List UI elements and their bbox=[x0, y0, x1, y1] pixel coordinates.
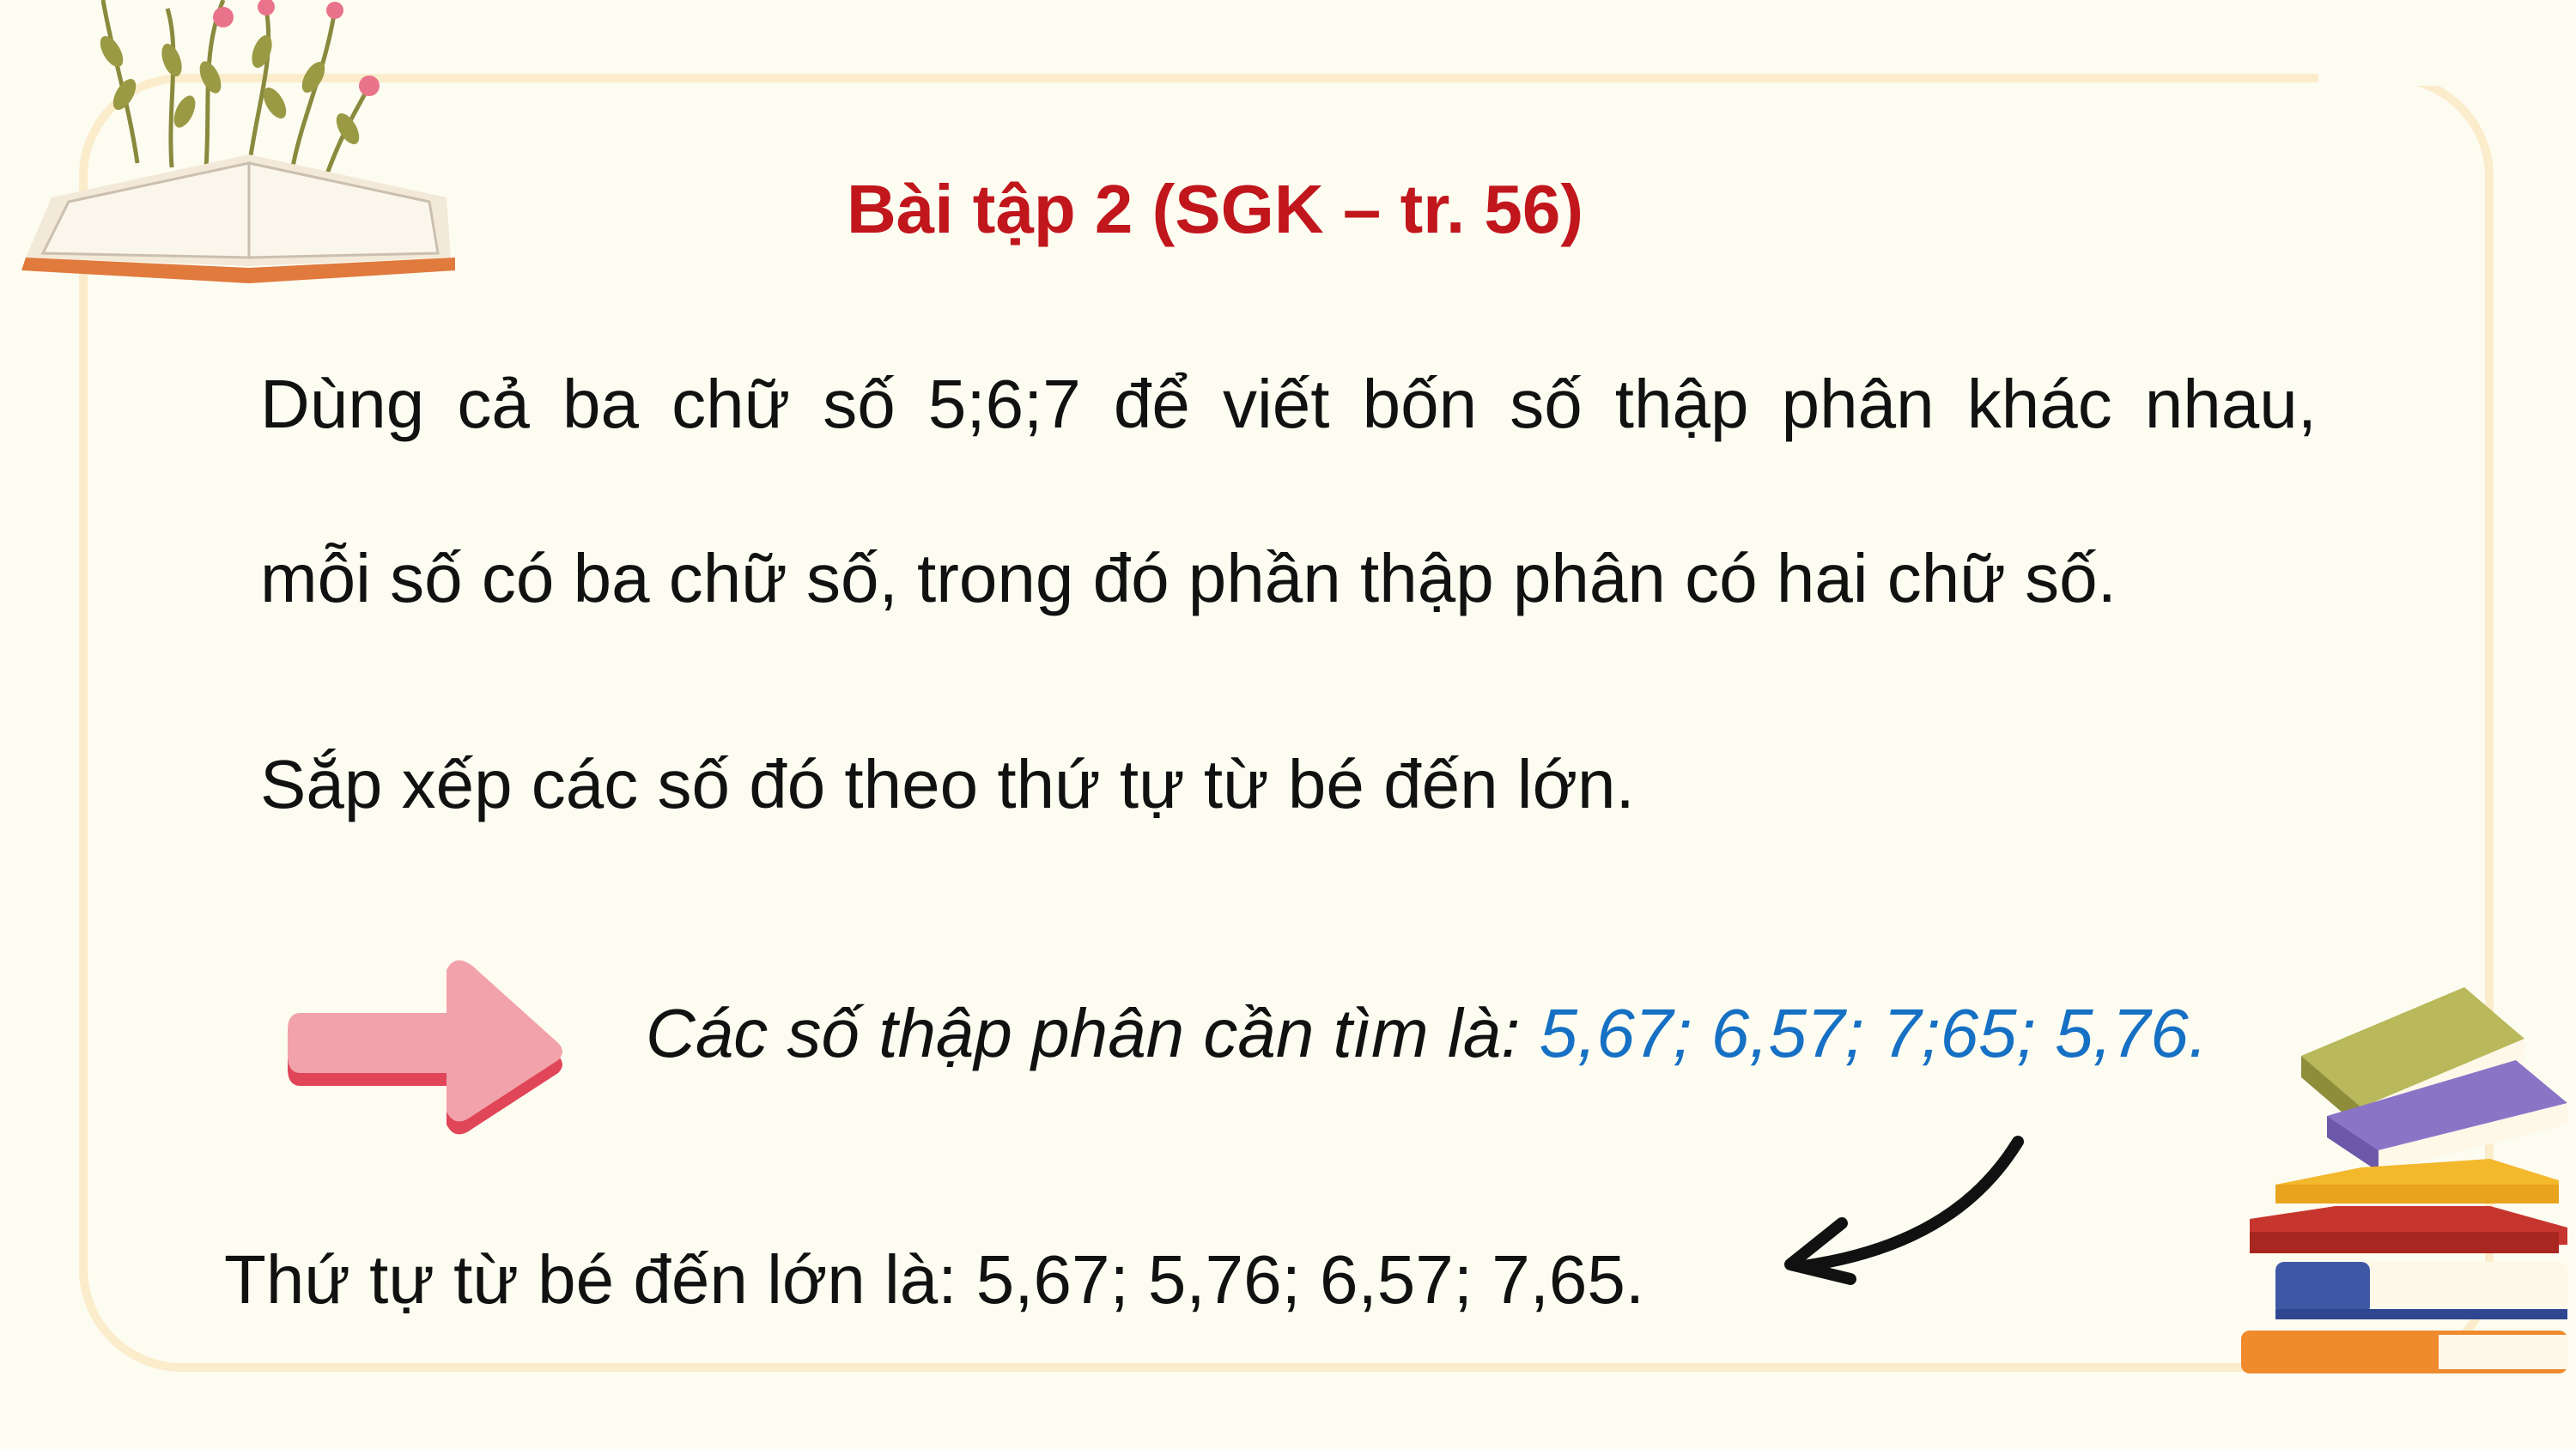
frame-gap bbox=[2318, 60, 2456, 86]
answer-line: Các số thập phân cần tìm là: 5,67; 6,57;… bbox=[646, 994, 2208, 1073]
curved-arrow-icon bbox=[1784, 1136, 2024, 1285]
problem-line-3: Sắp xếp các số đó theo thứ tự từ bé đến … bbox=[260, 746, 1635, 822]
stack-of-books-icon bbox=[2241, 987, 2567, 1373]
answer-values: 5,67; 6,57; 7;65; 5,76. bbox=[1539, 995, 2208, 1071]
problem-line-2: mỗi số có ba chữ số, trong đó phần thập … bbox=[260, 540, 2117, 616]
open-book-with-flowers-icon bbox=[21, 0, 455, 283]
pink-right-arrow-icon bbox=[288, 960, 562, 1135]
exercise-title: Bài tập 2 (SGK – tr. 56) bbox=[846, 171, 1584, 247]
answer-label: Các số thập phân cần tìm là: bbox=[646, 995, 1540, 1071]
problem-line-1: Dùng cả ba chữ số 5;6;7 để viết bốn số t… bbox=[260, 366, 2317, 442]
order-result: Thứ tự từ bé đến lớn là: 5,67; 5,76; 6,5… bbox=[224, 1241, 1645, 1318]
